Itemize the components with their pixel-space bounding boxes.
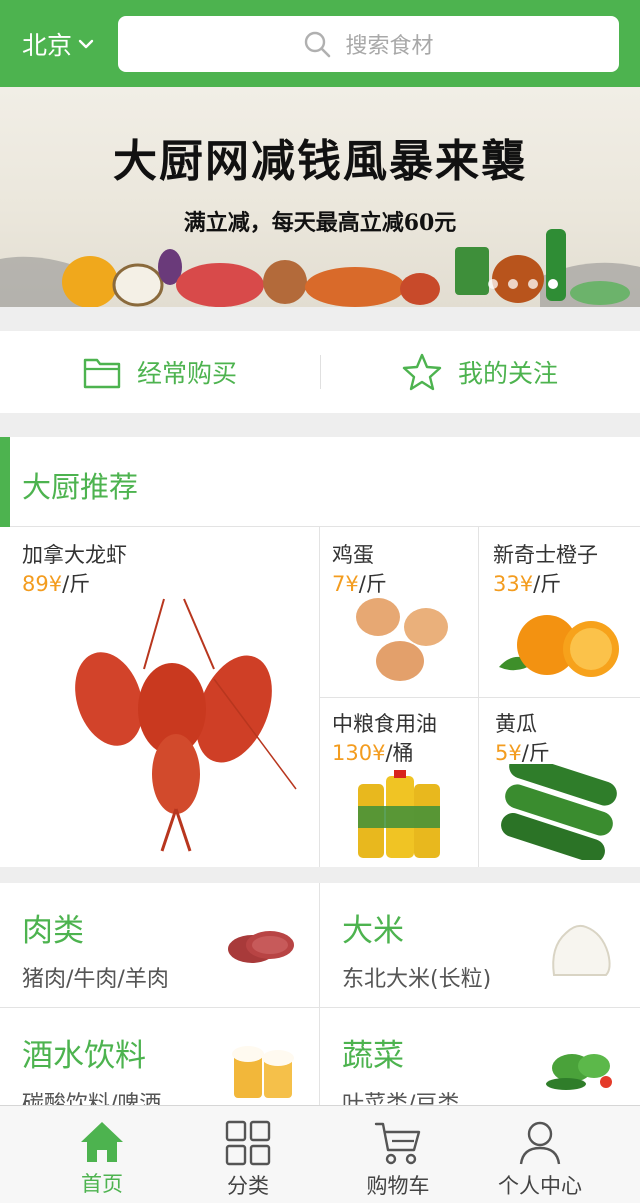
product-name: 黄瓜	[495, 712, 537, 736]
frequently-bought-label: 经常购买	[136, 359, 237, 388]
divider	[320, 355, 321, 389]
price-value: 5¥	[495, 741, 522, 765]
product-name: 中粮食用油	[332, 712, 437, 736]
banner-title: 大厨网减钱風暴来襲	[113, 136, 527, 187]
recommend-grid: 加拿大龙虾 89¥/斤 鸡蛋 7¥/斤 新奇士橙子 33¥/斤 中粮食用油 13…	[0, 527, 640, 867]
product-name: 新奇士橙子	[493, 543, 598, 567]
cooking-oil-image	[358, 770, 440, 858]
tab-category[interactable]: 分类	[178, 1106, 318, 1203]
beer-image	[232, 1046, 294, 1098]
carousel-dot[interactable]	[488, 279, 498, 289]
category-name: 肉类	[22, 913, 84, 949]
vegetables-image	[546, 1054, 612, 1090]
carousel-dots	[488, 279, 558, 289]
search-placeholder: 搜索食材	[345, 34, 434, 59]
tab-cart[interactable]: 购物车	[328, 1106, 468, 1203]
carousel-dot[interactable]	[528, 279, 538, 289]
tab-label: 个人中心	[498, 1174, 582, 1198]
city-label: 北京	[22, 31, 73, 60]
category-section: 肉类 猪肉/牛肉/羊肉 大米 东北大米(长粒) 酒水饮料 碳酸饮料/啤酒 蔬菜 …	[0, 883, 640, 1117]
price-value: 130¥	[332, 741, 386, 765]
product-card-cooking-oil[interactable]: 中粮食用油 130¥/桶	[320, 698, 478, 867]
category-name: 蔬菜	[342, 1038, 404, 1074]
promo-banner[interactable]: 大厨网减钱風暴来襲 满立减，每天最高立减60元	[0, 87, 640, 307]
tab-label: 首页	[81, 1172, 123, 1196]
section-accent-bar	[0, 437, 10, 527]
grid-icon	[225, 1120, 271, 1166]
product-price: 130¥/桶	[332, 737, 414, 767]
category-subtitle: 猪肉/牛肉/羊肉	[22, 967, 169, 992]
food-illustration	[62, 229, 630, 307]
my-favorites-label: 我的关注	[457, 359, 558, 388]
product-name: 鸡蛋	[332, 543, 374, 567]
folder-icon	[83, 358, 121, 389]
section-header-recommend: 大厨推荐	[0, 437, 640, 527]
frequently-bought-button[interactable]: 经常购买	[0, 331, 320, 413]
tab-profile[interactable]: 个人中心	[470, 1106, 610, 1203]
category-rice[interactable]: 大米 东北大米(长粒)	[320, 883, 640, 1007]
category-name: 大米	[342, 913, 404, 949]
home-icon	[81, 1122, 123, 1162]
carousel-dot-active[interactable]	[548, 279, 558, 289]
price-unit: /桶	[385, 741, 414, 765]
price-value: 89¥	[22, 572, 63, 596]
product-card-eggs[interactable]: 鸡蛋 7¥/斤	[320, 527, 478, 697]
product-card-lobster[interactable]: 加拿大龙虾 89¥/斤	[0, 527, 319, 867]
category-name: 酒水饮料	[22, 1038, 146, 1074]
cucumber-image	[501, 764, 617, 860]
search-icon	[305, 31, 331, 58]
bottom-tab-bar: 首页 分类 购物车 个人中心	[0, 1105, 640, 1203]
product-card-cucumber[interactable]: 黄瓜 5¥/斤	[479, 698, 640, 867]
price-unit: /斤	[533, 572, 562, 596]
cart-icon	[374, 1122, 421, 1165]
product-card-oranges[interactable]: 新奇士橙子 33¥/斤	[479, 527, 640, 697]
search-input[interactable]: 搜索食材	[118, 16, 619, 72]
rice-bag-image	[552, 924, 611, 976]
section-title: 大厨推荐	[22, 470, 139, 504]
product-price: 33¥/斤	[493, 568, 561, 598]
my-favorites-button[interactable]: 我的关注	[320, 331, 640, 413]
carousel-dot[interactable]	[508, 279, 518, 289]
star-icon	[402, 353, 442, 391]
eggs-image	[356, 598, 448, 681]
category-meat[interactable]: 肉类 猪肉/牛肉/羊肉	[0, 883, 320, 1007]
tab-label: 购物车	[366, 1174, 430, 1198]
top-header: 北京 搜索食材	[0, 0, 640, 87]
lobster-image	[75, 598, 297, 852]
price-unit: /斤	[521, 741, 550, 765]
tab-home[interactable]: 首页	[32, 1106, 172, 1203]
tab-label: 分类	[227, 1174, 269, 1198]
city-selector[interactable]: 北京	[22, 26, 94, 62]
oranges-image	[499, 615, 619, 677]
chevron-down-icon	[78, 39, 94, 49]
product-name: 加拿大龙虾	[22, 543, 127, 567]
quick-links: 经常购买 我的关注	[0, 331, 640, 413]
category-subtitle: 东北大米(长粒)	[342, 967, 492, 992]
product-price: 5¥/斤	[495, 737, 550, 767]
meat-image	[228, 931, 294, 963]
price-value: 33¥	[493, 572, 534, 596]
user-icon	[519, 1121, 561, 1165]
